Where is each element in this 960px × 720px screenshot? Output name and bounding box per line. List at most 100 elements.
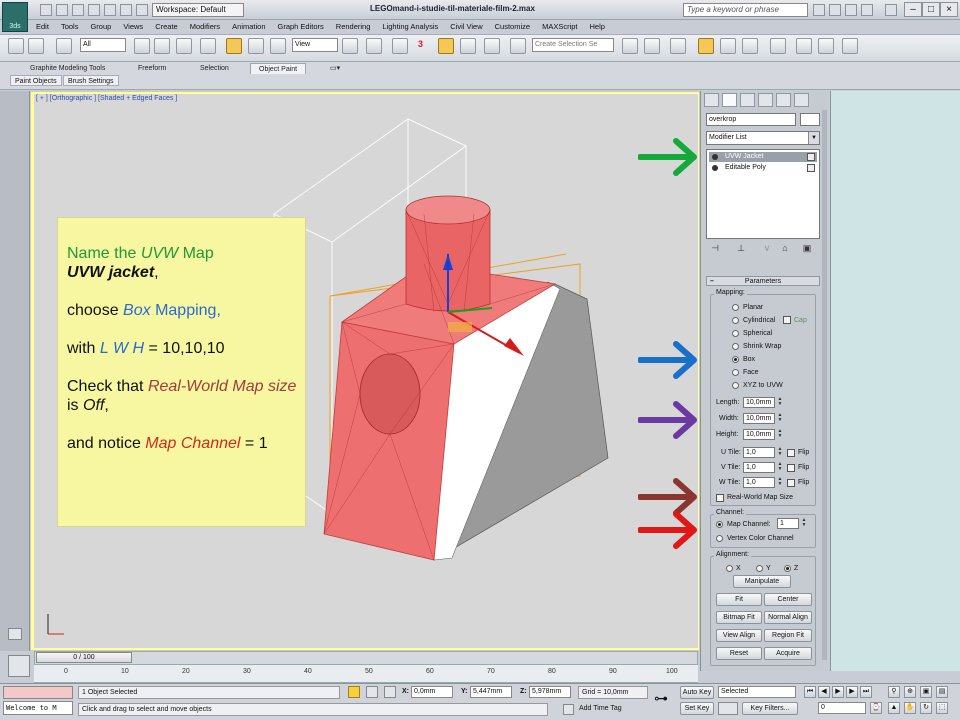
binoculars-icon[interactable] [813, 4, 825, 16]
maximize-viewport-icon[interactable]: ⬚ [936, 702, 948, 714]
open-file-icon[interactable] [56, 4, 68, 16]
radio-face[interactable] [732, 369, 739, 376]
pan-view-icon[interactable]: ✋ [904, 702, 916, 714]
menu-create[interactable]: Create [149, 20, 184, 33]
y-coord-field[interactable]: 5,447mm [470, 686, 512, 698]
w-flip-checkbox[interactable] [787, 479, 795, 487]
spinner-snap-icon[interactable] [484, 38, 500, 54]
menu-civil-view[interactable]: Civil View [444, 20, 488, 33]
u-tile-spinner[interactable]: ▲ ▼ [777, 447, 783, 458]
key-icon[interactable]: ⊶ [654, 690, 668, 707]
show-end-result-icon[interactable]: ⊥ [734, 242, 748, 254]
favorites-icon[interactable] [861, 4, 873, 16]
search-input[interactable]: Type a keyword or phrase [683, 3, 808, 17]
subtab-brush-settings[interactable]: Brush Settings [63, 75, 119, 86]
zoom-all-icon[interactable]: ⊕ [904, 686, 916, 698]
stack-item-editable-poly[interactable]: Editable Poly [709, 163, 817, 173]
maxscript-listener-field[interactable] [3, 686, 73, 699]
select-by-name-icon[interactable] [154, 38, 170, 54]
selection-filter-dropdown[interactable]: All [80, 38, 126, 52]
x-coord-field[interactable]: 0,0mm [411, 686, 453, 698]
map-channel-field[interactable]: 1 [777, 518, 799, 529]
zoom-icon[interactable]: ⚲ [888, 686, 900, 698]
previous-frame-icon[interactable]: ◀ [818, 686, 830, 698]
create-tab-icon[interactable] [704, 93, 719, 107]
menu-views[interactable]: Views [117, 20, 149, 33]
region-fit-button[interactable]: Region Fit [764, 629, 812, 642]
configure-modifier-sets-icon[interactable]: ▣ [800, 242, 814, 254]
go-to-start-icon[interactable]: ⏮ [804, 686, 816, 698]
radio-cylindrical[interactable] [732, 317, 739, 324]
time-slider-track[interactable] [34, 651, 698, 665]
stack-item-uvw-jacket[interactable]: UVW Jacket [709, 152, 817, 162]
absolute-mode-icon[interactable] [384, 686, 396, 698]
close-button[interactable]: × [940, 2, 958, 17]
fit-button[interactable]: Fit [716, 593, 762, 606]
menu-customize[interactable]: Customize [489, 20, 536, 33]
snap-toggle-label[interactable]: 3 [418, 39, 423, 49]
select-object-icon[interactable] [134, 38, 150, 54]
ribbon-options-icon[interactable]: ▭▾ [330, 63, 350, 74]
layer-manager-icon[interactable] [670, 38, 686, 54]
bind-space-warp-icon[interactable] [56, 38, 72, 54]
named-selection-set-field[interactable]: Create Selection Se [532, 38, 614, 52]
select-and-scale-icon[interactable] [270, 38, 286, 54]
object-color-swatch[interactable] [800, 113, 820, 126]
select-and-rotate-icon[interactable] [248, 38, 264, 54]
set-key-icon[interactable] [718, 702, 738, 715]
height-field[interactable]: 10,0mm [743, 429, 775, 440]
radio-planar[interactable] [732, 304, 739, 311]
height-spinner[interactable]: ▲ ▼ [777, 429, 783, 440]
tab-selection[interactable]: Selection [192, 63, 237, 74]
menu-tools[interactable]: Tools [55, 20, 85, 33]
parameters-rollout-header[interactable]: – Parameters [706, 276, 820, 286]
make-unique-icon[interactable]: ∨ [760, 242, 774, 254]
bitmap-fit-button[interactable]: Bitmap Fit [716, 611, 762, 624]
orbit-icon[interactable]: ↻ [920, 702, 932, 714]
zoom-extents-icon[interactable]: ▣ [920, 686, 932, 698]
modify-tab-icon[interactable] [722, 93, 737, 107]
tab-object-paint[interactable]: Object Paint [250, 63, 307, 74]
utilities-tab-icon[interactable] [794, 93, 809, 107]
radio-spherical[interactable] [732, 330, 739, 337]
time-configuration-icon[interactable]: ⌚ [870, 702, 882, 714]
hierarchy-tab-icon[interactable] [740, 93, 755, 107]
remove-modifier-icon[interactable]: ⌂ [778, 242, 792, 254]
viewport-layout-icon[interactable] [8, 628, 22, 640]
stack-toggle-icon[interactable] [807, 164, 815, 172]
tab-freeform[interactable]: Freeform [130, 63, 174, 74]
minimize-button[interactable]: – [904, 2, 922, 17]
scene-explorer-icon[interactable] [8, 655, 30, 677]
set-key-button[interactable]: Set Key [680, 702, 714, 715]
hold-icon[interactable] [120, 4, 132, 16]
select-and-move-icon[interactable] [226, 38, 242, 54]
selection-lock-icon[interactable] [348, 686, 360, 698]
key-filters-button[interactable]: Key Filters... [742, 702, 798, 715]
current-frame-field[interactable]: 0 [818, 702, 866, 714]
add-time-tag-button[interactable]: Add Time Tag [579, 705, 622, 712]
select-manipulate-icon[interactable] [366, 38, 382, 54]
radio-align-z[interactable] [784, 565, 791, 572]
cap-checkbox[interactable] [783, 316, 791, 324]
link-icon[interactable] [8, 38, 24, 54]
maxscript-mini-listener[interactable]: Welcome to M [3, 701, 73, 715]
length-field[interactable]: 10,0mm [743, 397, 775, 408]
u-flip-checkbox[interactable] [787, 449, 795, 457]
pin-stack-icon[interactable]: ⊣ [708, 242, 722, 254]
new-file-icon[interactable] [40, 4, 52, 16]
w-tile-field[interactable]: 1,0 [743, 477, 775, 488]
render-production-icon[interactable] [842, 38, 858, 54]
reset-button[interactable]: Reset [716, 647, 762, 660]
help-icon[interactable] [885, 4, 897, 16]
angle-snap-icon[interactable] [438, 38, 454, 54]
u-tile-field[interactable]: 1,0 [743, 447, 775, 458]
radio-xyz-to-uvw[interactable] [732, 382, 739, 389]
rendered-frame-window-icon[interactable] [818, 38, 834, 54]
v-flip-checkbox[interactable] [787, 464, 795, 472]
object-name-field[interactable]: overkrop [706, 113, 796, 126]
subscription-icon[interactable] [829, 4, 841, 16]
maximize-button[interactable]: □ [922, 2, 940, 17]
lightbulb-icon[interactable] [712, 154, 718, 160]
rectangular-selection-icon[interactable] [176, 38, 192, 54]
mirror-icon[interactable] [622, 38, 638, 54]
